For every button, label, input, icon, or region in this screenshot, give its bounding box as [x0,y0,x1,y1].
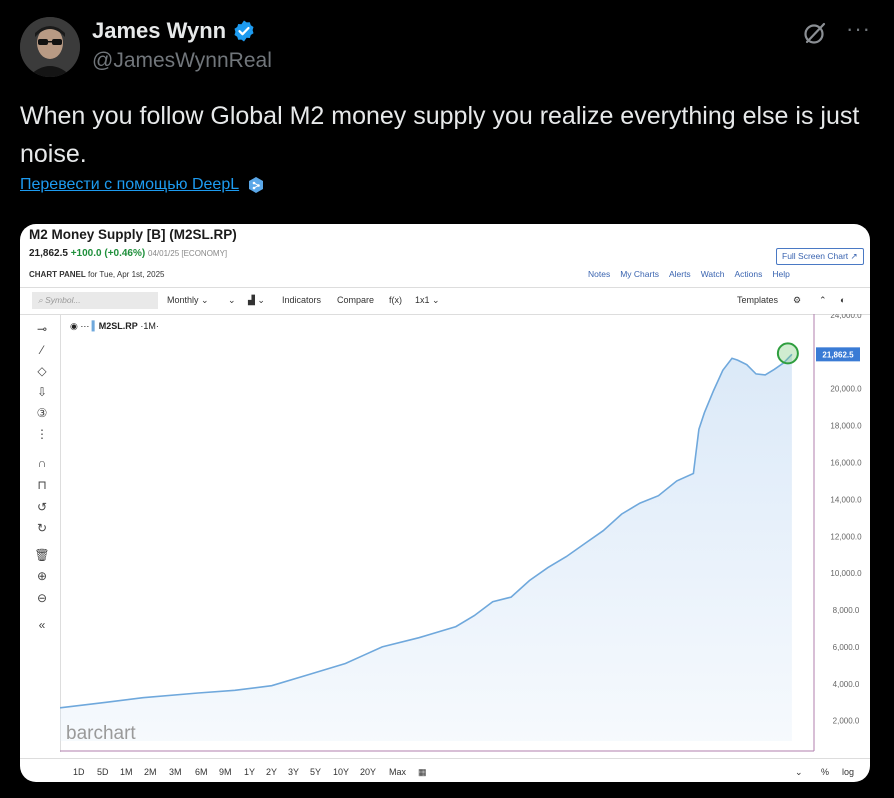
range-10y[interactable]: 10Y [333,767,349,777]
theme-icon[interactable]: ◐ [840,295,845,305]
price-date: 04/01/25 [ECONOMY] [148,249,228,258]
range-1d[interactable]: 1D [73,767,85,777]
redo-icon[interactable]: ↻ [34,521,50,535]
range-2m[interactable]: 2M [144,767,157,777]
symbol-search-input[interactable]: ⌕ Symbol... [32,292,158,309]
avatar-image [20,17,80,77]
range-bar: 1D 5D 1M 2M 3M 6M 9M 1Y 2Y 3Y 5Y 10Y 20Y… [20,758,870,782]
log-scale-button[interactable]: log [842,767,854,777]
translate-link[interactable]: Перевести с помощью DeepL [20,176,265,194]
y-tick-label: 12,000.0 [830,532,862,541]
panel-date: for Tue, Apr 1st, 2025 [87,270,165,279]
more-icon[interactable]: ··· [846,18,870,40]
trash-icon[interactable]: 🗑 [34,548,50,562]
actions-link[interactable]: Actions [734,269,762,279]
range-6m[interactable]: 6M [195,767,208,777]
layout-label: 1x1 [415,295,430,305]
y-tick-label: 18,000.0 [830,422,862,431]
drawing-tools-sidebar: ⊸ ⁄ ◇ ⇩ ③ ⋮ ∩ ⊓ ↺ ↻ 🗑 ⊕ ⊖ « [20,314,61,752]
translate-label: Перевести с помощью DeepL [20,176,240,193]
chart-panel-label: CHART PANEL for Tue, Apr 1st, 2025 [29,270,164,279]
arrow-tool-icon[interactable]: ⇩ [34,385,50,399]
y-tick-label: 4,000.0 [833,680,860,689]
layout-dropdown[interactable]: 1x1 ⌄ [415,295,440,306]
author-row: James Wynn [92,18,256,44]
range-20y[interactable]: 20Y [360,767,376,777]
gear-icon[interactable]: ⚙ [793,295,801,306]
y-tick-label: 14,000.0 [830,495,862,504]
percent-scale-button[interactable]: % [821,767,829,777]
collapse-sidebar-icon[interactable]: « [34,618,50,632]
price-change: +100.0 (+0.46%) [70,248,146,259]
last-price: 21,862.5 [29,248,68,259]
range-1m[interactable]: 1M [120,767,133,777]
range-2y[interactable]: 2Y [266,767,277,777]
fib-tool-icon[interactable]: ⋮ [34,427,50,441]
highlight-circle [776,342,799,365]
last-value-label: 21,862.5 [822,350,854,359]
author-handle[interactable]: @JamesWynnReal [92,49,272,73]
zoom-out-icon[interactable]: ⊖ [34,591,50,605]
panel-name: CHART PANEL [29,270,86,279]
m2-area-chart[interactable]: 2,000.0 4,000.0 6,000.0 8,000.0 10,000.0 12,0… [60,314,870,754]
calendar-icon[interactable]: ▦ [418,767,427,778]
chart-type-icon[interactable]: ▟ ⌄ [248,295,265,306]
range-3m[interactable]: 3M [169,767,182,777]
price-line: 21,862.5 +100.0 (+0.46%) 04/01/25 [ECONO… [29,248,227,259]
period-label: Monthly [167,295,199,305]
y-tick-label: 10,000.0 [830,569,862,578]
templates-button[interactable]: Templates [737,295,778,305]
alerts-link[interactable]: Alerts [669,269,691,279]
help-link[interactable]: Help [772,269,789,279]
y-tick-label: 24,000.0 [830,314,862,320]
chevron-down-icon[interactable]: ⌄ [228,295,236,306]
tweet-text: When you follow Global M2 money supply y… [20,102,860,168]
indicators-button[interactable]: Indicators [282,295,321,305]
line-tool-icon[interactable]: ⁄ [34,343,50,357]
avatar[interactable] [20,17,80,77]
deepl-icon [249,177,264,193]
author-name[interactable]: James Wynn [92,18,226,44]
chart-top-links: Notes My Charts Alerts Watch Actions Hel… [588,269,790,279]
y-tick-label: 20,000.0 [830,385,862,394]
my-charts-link[interactable]: My Charts [620,269,659,279]
grok-icon[interactable] [802,20,828,46]
fullscreen-label: Full Screen Chart [782,251,849,261]
y-tick-label: 6,000.0 [833,643,860,652]
y-tick-label: 2,000.0 [833,717,860,726]
verified-badge-icon [234,20,254,42]
search-placeholder: Symbol... [45,295,81,305]
compare-button[interactable]: Compare [337,295,374,305]
undo-icon[interactable]: ↺ [34,500,50,514]
crosshair-tool-icon[interactable]: ⊸ [34,322,50,336]
barchart-watermark: barchart [66,723,136,744]
y-tick-label: 8,000.0 [833,606,860,615]
zoom-in-icon[interactable]: ⊕ [34,569,50,583]
fx-button[interactable]: f(x) [389,295,402,305]
chart-toolbar: ⌕ Symbol... Monthly ⌄ ⌄ ▟ ⌄ Indicators C… [20,287,870,315]
watch-link[interactable]: Watch [701,269,725,279]
chart-widget-title: M2 Money Supply [B] (M2SL.RP) [29,227,237,242]
search-icon: ⌕ [38,295,43,305]
magnet-icon[interactable]: ∩ [34,456,50,470]
range-9m[interactable]: 9M [219,767,232,777]
range-3y[interactable]: 3Y [288,767,299,777]
range-1y[interactable]: 1Y [244,767,255,777]
period-dropdown[interactable]: Monthly ⌄ [167,295,209,306]
y-tick-label: 16,000.0 [830,458,862,467]
range-max[interactable]: Max [389,767,406,777]
notes-link[interactable]: Notes [588,269,610,279]
scale-dropdown-icon[interactable]: ⌄ [795,767,803,778]
collapse-icon[interactable]: ⌃ [819,295,827,306]
pattern-tool-icon[interactable]: ③ [34,406,50,420]
lock-icon[interactable]: ⊓ [34,478,50,492]
shape-tool-icon[interactable]: ◇ [34,364,50,378]
fullscreen-button[interactable]: Full Screen Chart ↗ [776,248,864,265]
range-5d[interactable]: 5D [97,767,109,777]
tweet-media-chart[interactable]: M2 Money Supply [B] (M2SL.RP) 21,862.5 +… [20,224,870,782]
range-5y[interactable]: 5Y [310,767,321,777]
series-area-fill [60,354,792,741]
